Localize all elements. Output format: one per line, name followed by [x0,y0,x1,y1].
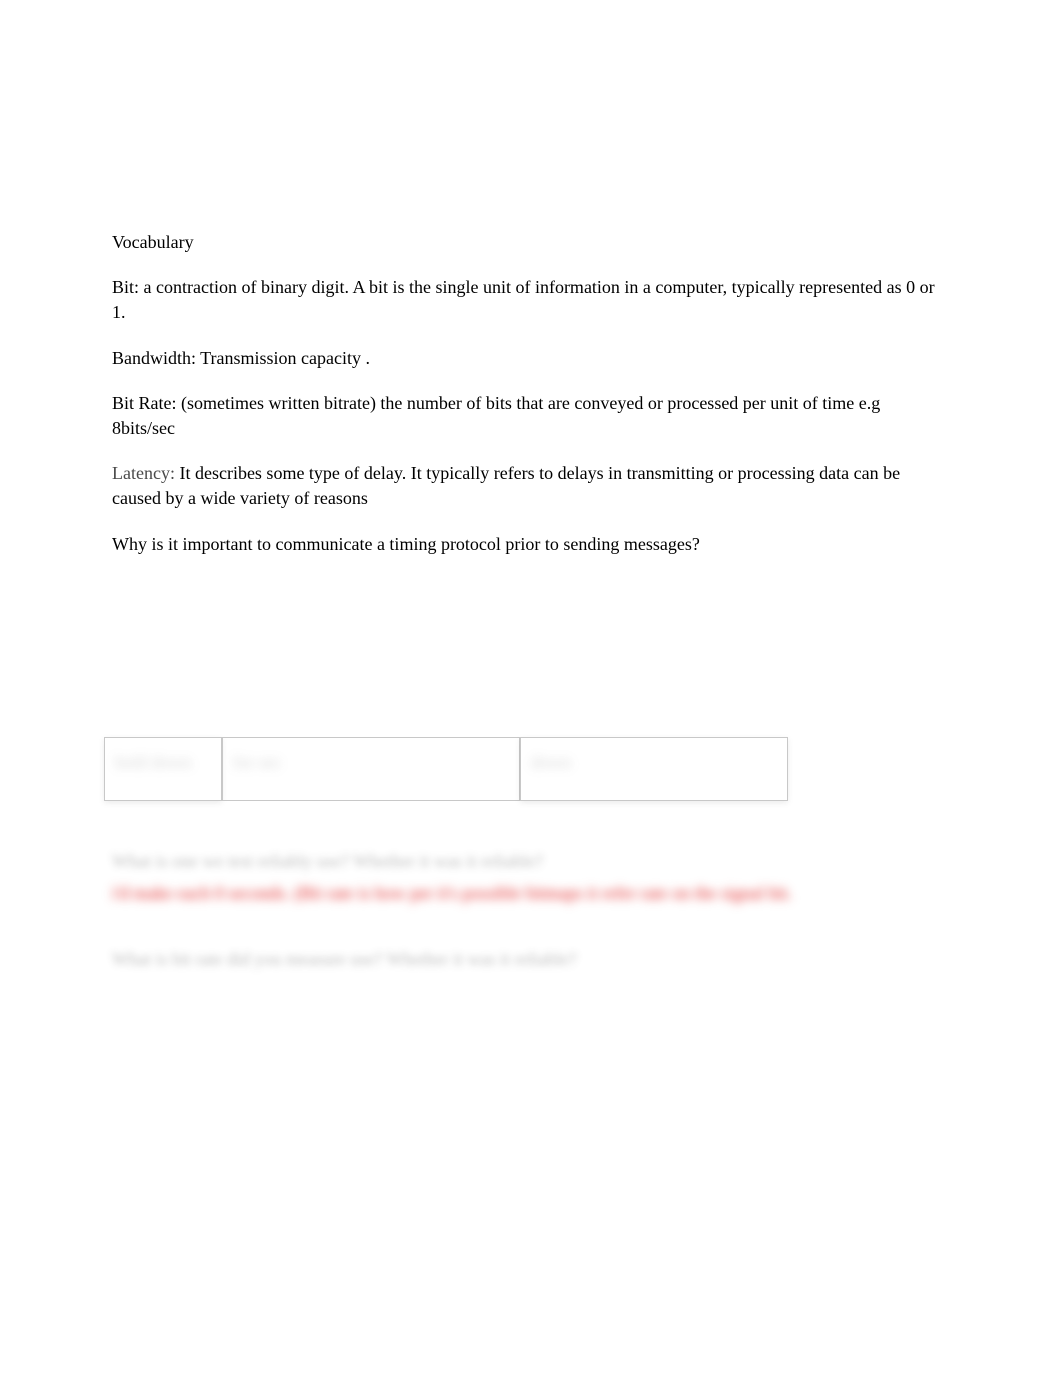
cell-1-text: hold down [115,752,192,772]
table-cell-1: hold down [104,737,222,801]
latency-definition: Latency: It describes some type of delay… [112,461,947,511]
bandwidth-definition: Bandwidth: Transmission capacity . [112,346,947,371]
table-cell-3: down [520,737,788,801]
latency-text: It describes some type of delay. It typi… [112,463,900,508]
blurred-answer: i'd make each 0 seconds. (Bit rate is ho… [112,880,947,907]
cell-2-text: for sec [233,752,281,772]
bit-definition: Bit: a contraction of binary digit. A bi… [112,275,947,325]
timing-protocol-question: Why is it important to communicate a tim… [112,532,947,557]
vocabulary-heading: Vocabulary [112,230,947,255]
protocol-table: hold down for sec down [104,737,955,801]
blurred-question-1: What is one we test reliably use? Whethe… [112,849,947,874]
blurred-question-2: What is bit rate did you measure use? Wh… [112,947,947,972]
latency-label: Latency: [112,463,175,483]
bitrate-definition: Bit Rate: (sometimes written bitrate) th… [112,391,947,441]
cell-3-text: down [531,752,571,772]
table-cell-2: for sec [222,737,520,801]
